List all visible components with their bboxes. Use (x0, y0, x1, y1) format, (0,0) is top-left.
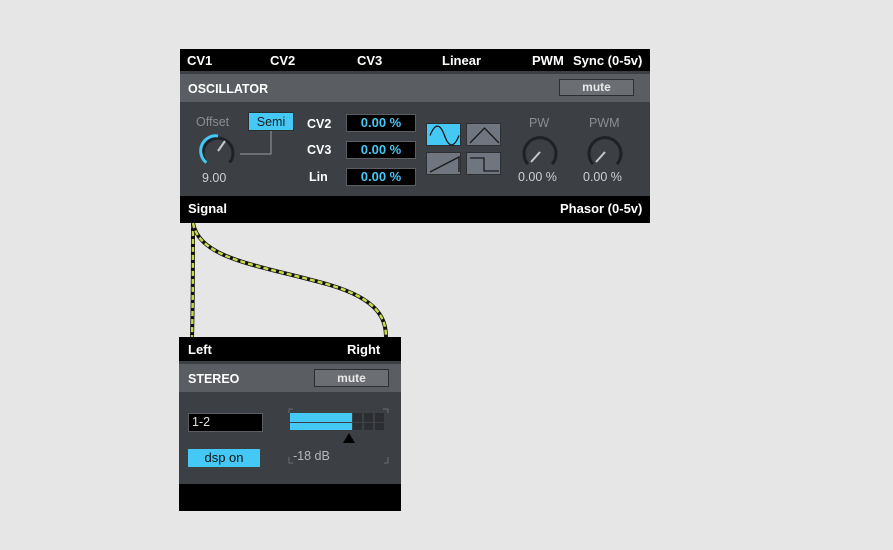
pw-label: PW (529, 116, 550, 130)
stereo-module: Left Right STEREO mute 1-2 dsp on -18 dB (179, 337, 401, 511)
saw-wave-button[interactable] (426, 152, 461, 175)
gain-value: -18 dB (293, 449, 330, 463)
cv3-label: CV3 (307, 143, 332, 157)
offset-value: 9.00 (202, 171, 227, 185)
inlet-linear[interactable]: Linear (442, 53, 481, 68)
pw-knob[interactable] (519, 131, 561, 173)
stereo-titlebar: STEREO mute (179, 364, 401, 392)
outlet-signal[interactable]: Signal (188, 201, 227, 216)
lin-label: Lin (309, 170, 328, 184)
inlet-sync[interactable]: Sync (0-5v) (573, 53, 642, 68)
pwm-label: PWM (589, 116, 620, 130)
triangle-icon (469, 127, 500, 144)
dsp-toggle[interactable]: dsp on (188, 449, 260, 467)
channel-select[interactable]: 1-2 (188, 413, 263, 432)
saw-icon (429, 155, 460, 173)
oscillator-module: CV1 CV2 CV3 Linear PWM Sync (0-5v) OSCIL… (180, 49, 650, 223)
square-icon (470, 157, 499, 172)
pw-value: 0.00 % (518, 170, 557, 184)
cv3-amount-box[interactable]: 0.00 % (346, 141, 416, 159)
mute-button[interactable]: mute (314, 369, 389, 387)
inlet-pwm[interactable]: PWM (532, 53, 564, 68)
stereo-input-ports: Left Right (179, 337, 401, 361)
cable-signal-to-right[interactable] (191, 222, 388, 339)
inlet-left[interactable]: Left (188, 342, 212, 357)
triangle-wave-button[interactable] (466, 123, 501, 146)
cable-signal-to-left[interactable] (190, 222, 195, 339)
cv2-label: CV2 (307, 117, 332, 131)
offset-knob[interactable] (197, 130, 241, 174)
pwm-value: 0.00 % (583, 170, 622, 184)
sine-wave-button[interactable] (426, 123, 461, 146)
lin-amount-box[interactable]: 0.00 % (346, 168, 416, 186)
cv2-amount-box[interactable]: 0.00 % (346, 114, 416, 132)
oscillator-output-ports: Signal Phasor (0-5v) (180, 196, 650, 223)
stereo-footer (179, 484, 401, 511)
pwm-knob[interactable] (584, 131, 626, 173)
outlet-phasor[interactable]: Phasor (0-5v) (560, 201, 642, 216)
square-wave-button[interactable] (466, 152, 501, 175)
module-title: STEREO (188, 372, 240, 386)
mute-button[interactable]: mute (559, 79, 634, 96)
sine-icon (429, 125, 460, 146)
inlet-right[interactable]: Right (347, 342, 380, 357)
